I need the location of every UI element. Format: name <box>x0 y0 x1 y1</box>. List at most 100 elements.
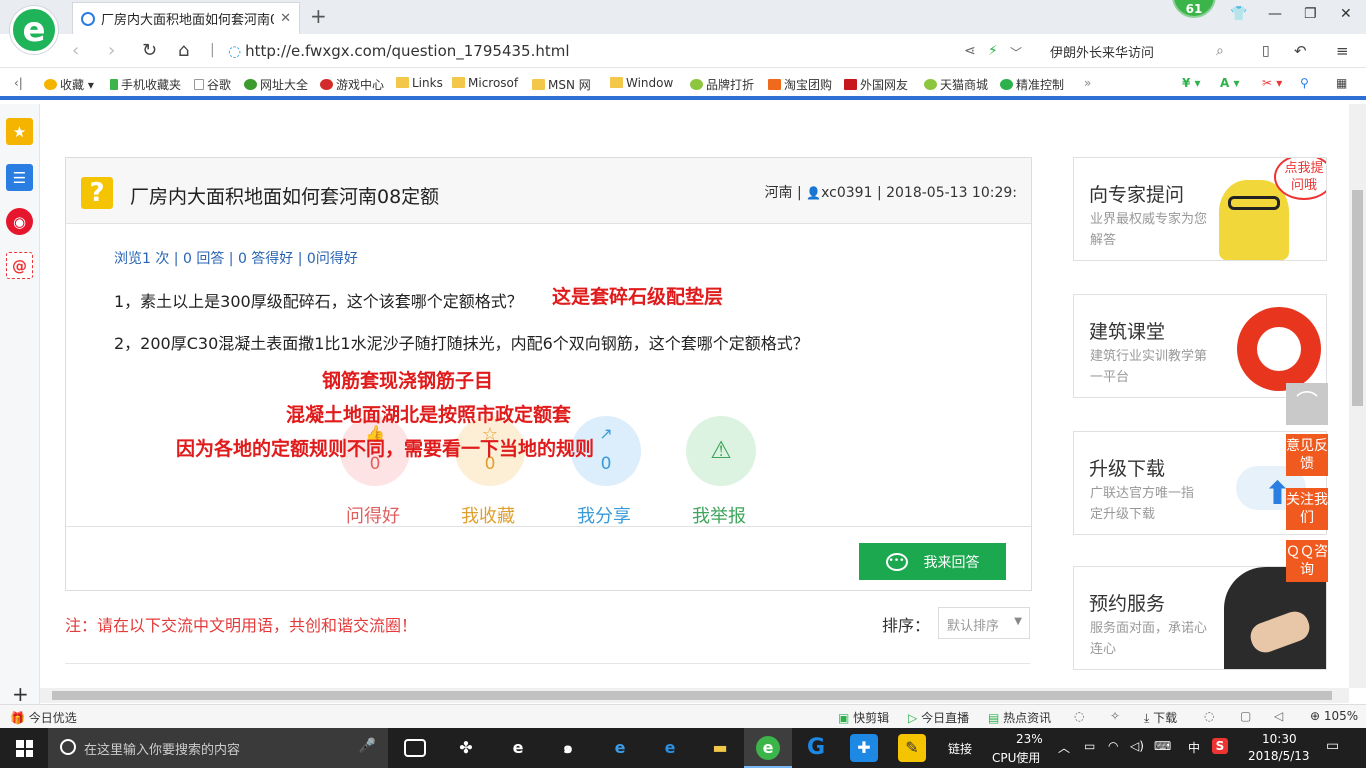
phone-icon[interactable]: ▯ <box>1262 43 1270 59</box>
list-icon[interactable]: ☰ <box>6 164 33 191</box>
left-sidebar: ★ ☰ ◉ @ + <box>0 104 40 706</box>
notification-badge[interactable]: 61 <box>1172 0 1216 18</box>
window-icon[interactable]: ▢ <box>1240 709 1251 723</box>
sort-select[interactable]: 默认排序 ▼ <box>938 607 1030 639</box>
clock-time[interactable]: 10:30 <box>1262 732 1297 746</box>
shirt-icon[interactable]: 👕 <box>1230 6 1247 22</box>
chevron-down-icon: ▼ <box>1014 616 1022 627</box>
search-input[interactable]: 伊朗外长来华访问 <box>1050 42 1154 61</box>
question-paragraph-1: 1，素土以上是300厚级配碎石，这个该套哪个定额格式？ <box>114 292 523 311</box>
qq-consult-button[interactable]: ＱＱ咨询 <box>1286 540 1328 582</box>
zoom-level[interactable]: ⊕ 105% <box>1310 709 1358 723</box>
video-icon: ▣ <box>838 711 850 725</box>
forward-icon[interactable]: › <box>108 40 115 61</box>
back-icon[interactable]: ‹ <box>72 40 79 61</box>
question-mark-icon: ? <box>81 177 113 209</box>
username[interactable]: xc0391 <box>821 185 872 201</box>
browser-tab[interactable]: 厂房内大面积地面如何套河南08定 ✕ <box>72 2 300 34</box>
notification-icon[interactable]: ▭ <box>1326 738 1339 754</box>
status-item[interactable]: ▣ 快剪辑 <box>838 709 889 726</box>
close-window-icon[interactable]: ✕ <box>1340 6 1352 22</box>
answer-button[interactable]: ••• 我来回答 <box>859 543 1006 580</box>
collapse-icon[interactable]: ‹| <box>14 76 23 90</box>
bookmark-item[interactable]: 精准控制 <box>1000 76 1064 93</box>
apps-icon[interactable]: ▦ <box>1336 76 1347 90</box>
card-desc: 广联达官方唯一指定升级下载 <box>1090 486 1195 522</box>
report-label[interactable]: 我举报 <box>674 502 764 528</box>
bookmark-item[interactable]: 品牌打折 <box>690 76 754 93</box>
play-icon: ▷ <box>908 711 918 725</box>
menu-icon[interactable]: ≡ <box>1336 42 1349 60</box>
weibo-icon[interactable]: ◉ <box>6 208 33 235</box>
scroll-thumb[interactable] <box>1352 190 1363 406</box>
chat-icon: ••• <box>885 552 908 571</box>
clock-date[interactable]: 2018/5/13 <box>1248 749 1310 763</box>
url-text: http://e.fwxgx.com/question_1795435.html <box>245 42 570 60</box>
bookmark-item[interactable]: 谷歌 <box>194 76 231 93</box>
lightning-icon[interactable]: ⚡ <box>988 43 998 59</box>
volume-icon[interactable]: ◁) <box>1130 739 1144 753</box>
restore-icon[interactable]: ◌ <box>1204 709 1214 723</box>
bookmark-folder[interactable]: Window <box>610 76 673 90</box>
magnifier-icon[interactable]: ⚲ <box>1300 76 1309 90</box>
follow-us-button[interactable]: 关注我们 <box>1286 488 1328 530</box>
ask-expert-card[interactable]: 向专家提问 业界最权威专家为您解答 点我提问哦 <box>1073 157 1327 261</box>
search-icon[interactable]: ⌕ <box>1216 43 1224 59</box>
status-item[interactable]: ▤ 热点资讯 <box>988 709 1051 726</box>
bookmark-item[interactable]: 天猫商城 <box>924 76 988 93</box>
home-icon[interactable]: ⌂ <box>178 40 189 61</box>
report-button[interactable]: ⚠ <box>686 416 756 486</box>
bookmark-item[interactable]: 游戏中心 <box>320 76 384 93</box>
close-tab-icon[interactable]: ✕ <box>280 11 291 26</box>
translate-icon[interactable]: A ▾ <box>1220 76 1240 90</box>
good-question-label[interactable]: 问得好 <box>328 502 418 528</box>
chevron-down-icon[interactable]: ﹀ <box>1010 44 1022 61</box>
back-to-top-button[interactable]: ⌒ <box>1286 383 1328 425</box>
bookmark-folder[interactable]: MSN 网 <box>532 76 591 93</box>
status-item[interactable]: ⤓ 下载 <box>1144 709 1177 726</box>
chevron-up-icon[interactable]: ︿ <box>1058 739 1070 756</box>
new-tab-icon[interactable]: + <box>310 4 327 28</box>
scissors-icon[interactable]: ✂ ▾ <box>1262 76 1282 90</box>
network-tray-icon[interactable]: ▭ <box>1084 739 1095 753</box>
scroll-thumb[interactable] <box>52 691 1332 700</box>
shield-icon[interactable]: ¥ ▾ <box>1182 76 1201 90</box>
bookmark-item[interactable]: 外国网友 <box>844 76 908 93</box>
tools-icon[interactable]: ✧ <box>1110 709 1120 723</box>
share-icon[interactable]: ⋖ <box>964 43 976 59</box>
vertical-scrollbar[interactable] <box>1349 104 1366 688</box>
horizontal-scrollbar[interactable] <box>40 688 1349 703</box>
question-title: 厂房内大面积地面如何套河南08定额 <box>130 186 440 208</box>
favorites-icon[interactable]: ★ <box>6 118 33 145</box>
bookmark-item[interactable]: 网址大全 <box>244 76 308 93</box>
browser-logo[interactable]: e <box>10 6 58 54</box>
bookmark-item[interactable]: 收藏 ▾ <box>44 76 94 93</box>
status-left[interactable]: 🎁 今日优选 <box>10 709 77 726</box>
links-label[interactable]: 链接 <box>948 740 972 757</box>
more-bookmarks-icon[interactable]: » <box>1084 76 1091 90</box>
bookmark-item[interactable]: 淘宝团购 <box>768 76 832 93</box>
sogou-icon[interactable]: S <box>1212 738 1228 754</box>
add-icon[interactable]: + <box>12 682 29 706</box>
url-field[interactable]: ◌ http://e.fwxgx.com/question_1795435.htm… <box>228 42 570 60</box>
feedback-button[interactable]: 意见反馈 <box>1286 434 1328 476</box>
maximize-icon[interactable]: ❐ <box>1304 6 1317 22</box>
bookmark-folder[interactable]: Microsof <box>452 76 518 90</box>
refresh-icon[interactable]: ↻ <box>142 40 157 61</box>
keyboard-icon[interactable]: ⌨ <box>1154 739 1171 753</box>
speed-icon[interactable]: ◌ <box>1074 709 1084 723</box>
card-desc: 业界最权威专家为您解答 <box>1090 212 1208 248</box>
status-item[interactable]: ▷ 今日直播 <box>908 709 969 726</box>
sound-icon[interactable]: ◁ <box>1274 709 1283 723</box>
minimize-icon[interactable]: — <box>1268 6 1282 22</box>
email-icon[interactable]: @ <box>6 252 33 279</box>
input-language[interactable]: 中 <box>1188 739 1200 756</box>
undo-icon[interactable]: ↶ <box>1294 42 1307 60</box>
bookmark-folder[interactable]: Links <box>396 76 443 90</box>
bookmark-item[interactable]: 手机收藏夹 <box>110 76 181 93</box>
share-label[interactable]: 我分享 <box>559 502 649 528</box>
divider <box>65 663 1030 664</box>
favorite-label[interactable]: 我收藏 <box>443 502 533 528</box>
wifi-icon[interactable]: ◠ <box>1108 739 1118 753</box>
annotation-4: 因为各地的定额规则不同，需要看一下当地的规则 <box>176 438 595 460</box>
